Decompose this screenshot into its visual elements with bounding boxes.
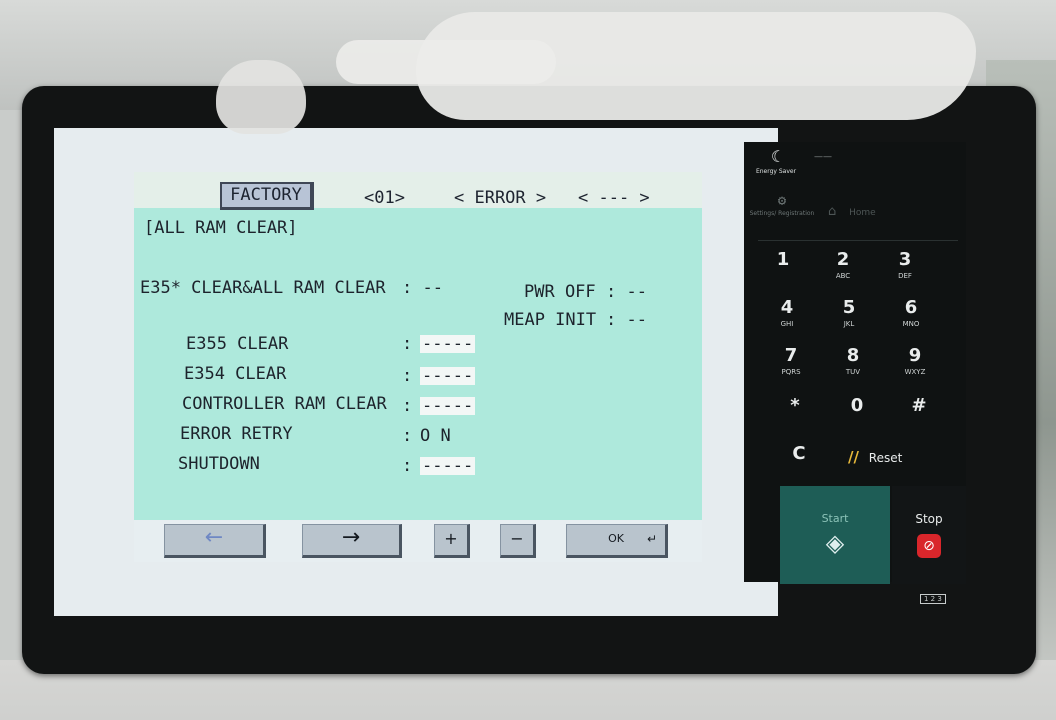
key-8[interactable]: 8 TUV <box>824 338 882 384</box>
key-4[interactable]: 4 GHI <box>758 290 816 336</box>
error-retry-colon: : <box>402 426 413 446</box>
stop-button[interactable]: Stop ⊘ <box>892 486 966 584</box>
button-bar: ← → + − OK ↵ <box>134 520 702 562</box>
settings-button[interactable]: ⚙ Settings/ Registration <box>746 192 818 236</box>
ok-label: OK <box>608 532 624 545</box>
gear-icon: ⚙ <box>777 193 787 209</box>
touch-screen: FACTORY <01> < ERROR > < --- > [ALL RAM … <box>54 128 778 616</box>
key-6[interactable]: 6 MNO <box>882 290 940 336</box>
page-title: [ALL RAM CLEAR] <box>144 218 298 238</box>
stop-label: Stop <box>915 512 943 526</box>
ok-button[interactable]: OK ↵ <box>566 524 668 558</box>
mode-selector[interactable]: < ERROR > <box>454 188 546 208</box>
key-star[interactable]: * <box>766 388 824 434</box>
energy-saver-label: Energy Saver <box>755 168 797 175</box>
index-label: <01> <box>364 188 405 208</box>
enter-icon: ↵ <box>646 532 657 546</box>
pwr-off-value: : -- <box>606 282 647 302</box>
key-0[interactable]: 0 <box>828 388 886 434</box>
factory-panel: FACTORY <01> < ERROR > < --- > [ALL RAM … <box>134 172 702 562</box>
status-indicator: —— <box>814 152 832 162</box>
reset-label: Reset <box>868 451 903 465</box>
minus-button[interactable]: − <box>500 524 536 558</box>
e35-clear-label[interactable]: E35* CLEAR&ALL RAM CLEAR <box>140 278 386 298</box>
panel-header: FACTORY <01> < ERROR > < --- > <box>134 172 702 210</box>
gloved-hand <box>216 0 996 134</box>
start-icon: ◈ <box>825 529 845 557</box>
next-button[interactable]: → <box>302 524 402 558</box>
e354-clear-value: ----- <box>420 366 476 386</box>
key-7[interactable]: 7 PQRS <box>762 338 820 384</box>
counter-button[interactable]: 1 2 3 <box>920 594 946 604</box>
shutdown-colon: : <box>402 456 413 476</box>
e354-colon: : <box>402 366 413 386</box>
meap-init-value: : -- <box>606 310 647 330</box>
controller-colon: : <box>402 396 413 416</box>
start-button[interactable]: Start ◈ <box>780 486 890 584</box>
keypad-divider <box>758 240 958 241</box>
controller-ram-clear-value: ----- <box>420 396 476 416</box>
energy-saver-button[interactable]: ☾ Energy Saver <box>744 142 808 184</box>
hardware-keypad: ☾ Energy Saver —— ⚙ Settings/ Registrati… <box>744 142 966 604</box>
controller-ram-clear-label[interactable]: CONTROLLER RAM CLEAR <box>182 394 387 414</box>
moon-icon: ☾ <box>771 147 781 166</box>
home-button[interactable]: ⌂ Home <box>828 204 908 226</box>
e355-clear-value: ----- <box>420 334 476 354</box>
settings-label: Settings/ Registration <box>749 210 815 217</box>
shutdown-value: ----- <box>420 456 476 476</box>
plus-button[interactable]: + <box>434 524 470 558</box>
meap-init-label[interactable]: MEAP INIT <box>504 310 596 330</box>
prev-button[interactable]: ← <box>164 524 266 558</box>
e355-colon: : <box>402 334 413 354</box>
home-label: Home <box>849 208 876 218</box>
reset-icon: // <box>848 448 859 466</box>
start-label: Start <box>821 512 849 525</box>
page-selector[interactable]: < --- > <box>578 188 650 208</box>
e355-clear-label[interactable]: E355 CLEAR <box>186 334 288 354</box>
pwr-off-label[interactable]: PWR OFF <box>524 282 596 302</box>
home-icon: ⌂ <box>828 204 837 219</box>
key-2[interactable]: 2 ABC <box>814 242 872 288</box>
clear-key[interactable]: C <box>770 436 828 482</box>
key-9[interactable]: 9 WXYZ <box>886 338 944 384</box>
error-retry-value: O N <box>420 426 451 446</box>
reset-button[interactable]: // Reset <box>848 442 958 472</box>
error-retry-label[interactable]: ERROR RETRY <box>180 424 293 444</box>
stop-icon: ⊘ <box>917 534 941 558</box>
key-3[interactable]: 3 DEF <box>876 242 934 288</box>
e35-clear-value: : -- <box>402 278 443 298</box>
shutdown-label[interactable]: SHUTDOWN <box>178 454 260 474</box>
e354-clear-label[interactable]: E354 CLEAR <box>184 364 286 384</box>
factory-tab[interactable]: FACTORY <box>220 182 314 210</box>
key-5[interactable]: 5 JKL <box>820 290 878 336</box>
key-hash[interactable]: # <box>890 388 948 434</box>
key-1[interactable]: 1 <box>754 242 812 288</box>
